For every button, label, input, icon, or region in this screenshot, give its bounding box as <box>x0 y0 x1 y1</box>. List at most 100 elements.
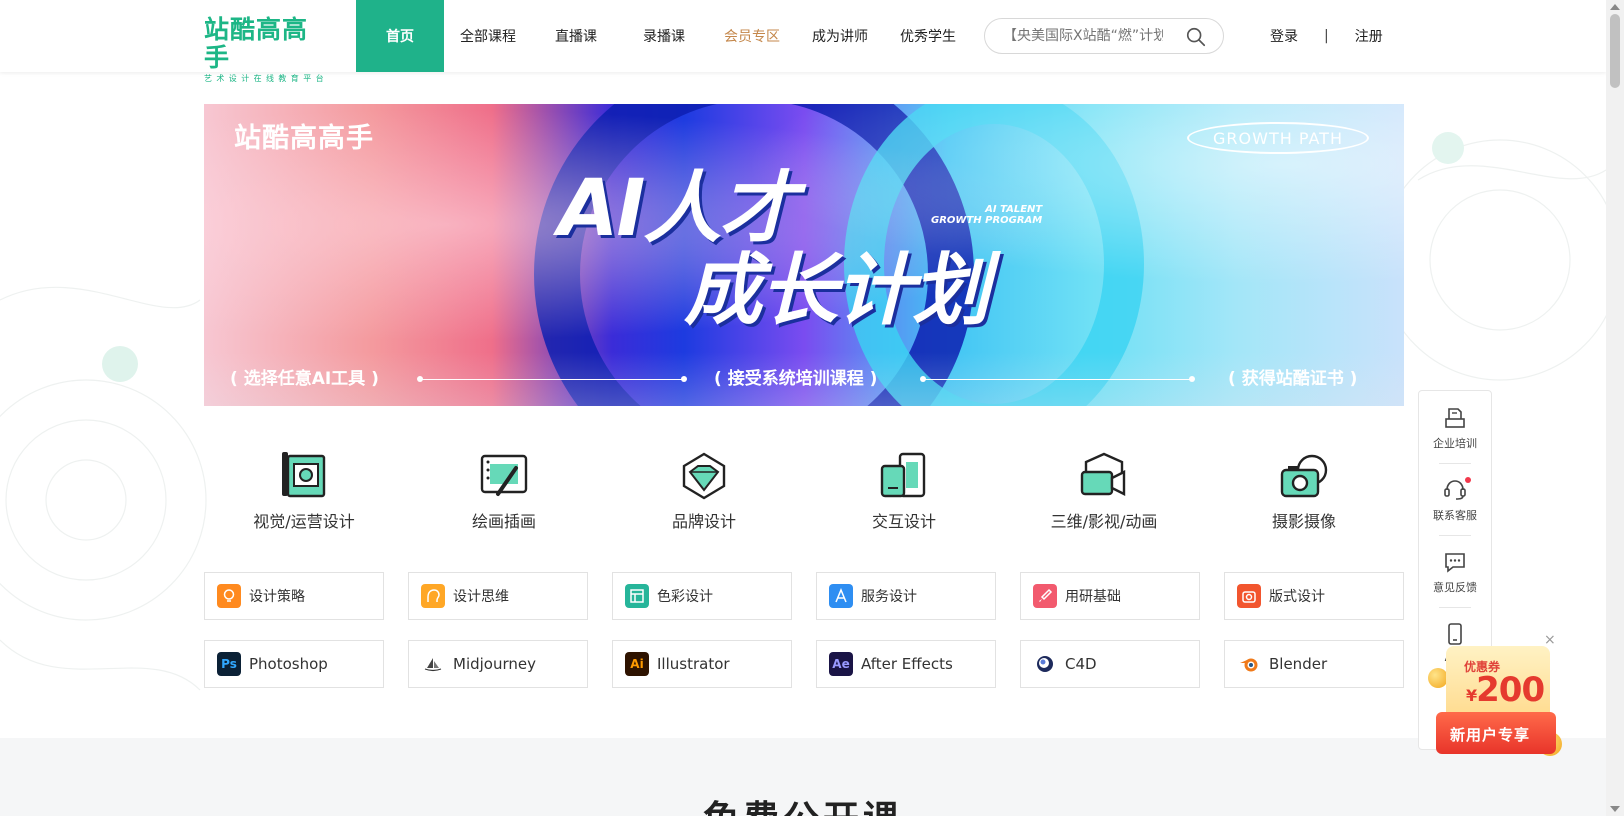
nav-item-become-teacher[interactable]: 成为讲师 <box>796 0 884 72</box>
top-header: 站酷高高手 艺术设计在线教育平台 首页 全部课程 直播课 录播课 会员专区 成为… <box>0 0 1606 84</box>
tag-label: 用研基础 <box>1065 589 1121 605</box>
step-dot <box>1189 376 1195 382</box>
coupon-currency: ¥ <box>1466 686 1477 705</box>
tag-service-design[interactable]: 服务设计 <box>816 572 996 620</box>
tag-design-thinking[interactable]: 设计思维 <box>408 572 588 620</box>
tag-color-design[interactable]: 色彩设计 <box>612 572 792 620</box>
tag-label: Midjourney <box>453 655 536 673</box>
illustration-icon <box>480 454 528 496</box>
interaction-devices-icon <box>880 452 926 498</box>
enterprise-training-icon <box>1445 408 1465 428</box>
photoshop-icon: Ps <box>217 652 241 676</box>
auth-links: 登录 | 注册 <box>1270 0 1383 72</box>
banner-tagline-line1: AI TALENT <box>985 204 1043 215</box>
nav-item-live[interactable]: 直播课 <box>532 0 620 72</box>
category-label: 品牌设计 <box>671 512 736 531</box>
tag-label: After Effects <box>861 655 953 673</box>
scroll-down-arrow-icon[interactable] <box>1610 806 1620 812</box>
nav-item-all-courses[interactable]: 全部课程 <box>444 0 532 72</box>
step-dot <box>681 376 687 382</box>
tag-illustrator[interactable]: Ai Illustrator <box>612 640 792 688</box>
banner-step-3: ( 获得站酷证书 ) <box>1228 369 1358 389</box>
customer-service-icon <box>1444 480 1466 500</box>
tag-design-strategy[interactable]: 设计策略 <box>204 572 384 620</box>
tag-label: 服务设计 <box>861 589 917 605</box>
coupon-close-icon[interactable]: × <box>1544 632 1556 648</box>
brush-icon <box>1033 584 1057 608</box>
banner-badge: GROWTH PATH <box>1187 122 1369 154</box>
tag-layout-design[interactable]: 版式设计 <box>1224 572 1404 620</box>
head-idea-icon <box>421 584 445 608</box>
step-connector <box>420 379 684 380</box>
tag-label: 设计思维 <box>453 589 509 605</box>
category-label: 三维/影视/动画 <box>1050 512 1158 531</box>
tag-label: Illustrator <box>657 655 730 673</box>
login-link[interactable]: 登录 <box>1270 26 1298 46</box>
3d-video-icon <box>1080 452 1126 496</box>
sidebar-label: 联系客服 <box>1433 509 1477 522</box>
banner-step-1: ( 选择任意AI工具 ) <box>230 369 379 389</box>
nav-item-vip[interactable]: 会员专区 <box>708 0 796 72</box>
search-input[interactable] <box>1003 28 1163 44</box>
tag-user-research[interactable]: 用研基础 <box>1020 572 1200 620</box>
tag-after-effects[interactable]: Ae After Effects <box>816 640 996 688</box>
category-label: 摄影摄像 <box>1271 512 1336 531</box>
search-icon[interactable] <box>1185 26 1207 48</box>
midjourney-icon <box>421 652 445 676</box>
banner-tagline: AI TALENT GROWTH PROGRAM <box>931 204 1042 226</box>
banner-steps: ( 选择任意AI工具 ) ( 接受系统培训课程 ) ( 获得站酷证书 ) <box>204 352 1404 406</box>
category-illustration[interactable]: 绘画插画 <box>404 448 604 532</box>
category-3d-video[interactable]: 三维/影视/动画 <box>1004 448 1204 532</box>
sidebar-item-customer-service[interactable]: 联系客服 <box>1419 463 1491 535</box>
auth-separator: | <box>1324 28 1329 44</box>
coin-decoration-icon <box>1428 668 1448 688</box>
nav-item-home[interactable]: 首页 <box>356 0 444 72</box>
nav-item-recorded[interactable]: 录播课 <box>620 0 708 72</box>
letter-a-icon <box>829 584 853 608</box>
nav-item-students[interactable]: 优秀学生 <box>884 0 972 72</box>
tag-label: 色彩设计 <box>657 589 713 605</box>
notification-dot <box>1465 477 1471 483</box>
step-connector <box>923 379 1191 380</box>
category-photography[interactable]: 摄影摄像 <box>1204 448 1404 532</box>
tag-label: Photoshop <box>249 655 328 673</box>
hero-banner[interactable]: 站酷高高手 GROWTH PATH AI人才 AI TALENT GROWTH … <box>204 104 1404 406</box>
blender-icon <box>1237 652 1261 676</box>
page-scrollbar[interactable] <box>1606 0 1624 816</box>
tag-c4d[interactable]: C4D <box>1020 640 1200 688</box>
register-link[interactable]: 注册 <box>1355 26 1383 46</box>
logo-title: 站酷高高手 <box>204 15 309 72</box>
lightbulb-icon <box>217 584 241 608</box>
coupon-footer: 新用户专享 <box>1450 726 1531 744</box>
category-row: 视觉/运营设计 绘画插画 品牌设计 交互设计 三维/影视/动画 摄影摄像 <box>204 448 1404 538</box>
tag-label: Blender <box>1269 655 1328 673</box>
tag-label: 版式设计 <box>1269 589 1325 605</box>
camera-frame-icon <box>1237 584 1261 608</box>
brand-diamond-icon <box>682 452 726 500</box>
sidebar-item-enterprise-training[interactable]: 企业培训 <box>1419 391 1491 463</box>
free-courses-title: 免费公开课 <box>0 790 1606 816</box>
new-user-coupon[interactable]: 优惠券 ¥200 新用户专享 <box>1428 640 1564 760</box>
scrollbar-thumb[interactable] <box>1610 14 1620 88</box>
scroll-up-arrow-icon[interactable] <box>1610 4 1620 10</box>
tag-blender[interactable]: Blender <box>1224 640 1404 688</box>
camera-icon <box>1280 454 1328 498</box>
category-brand-design[interactable]: 品牌设计 <box>604 448 804 532</box>
after-effects-icon: Ae <box>829 652 853 676</box>
category-visual-design[interactable]: 视觉/运营设计 <box>204 448 404 532</box>
illustrator-icon: Ai <box>625 652 649 676</box>
site-logo[interactable]: 站酷高高手 艺术设计在线教育平台 <box>204 16 324 84</box>
tag-photoshop[interactable]: Ps Photoshop <box>204 640 384 688</box>
coupon-value: 200 <box>1476 670 1545 710</box>
banner-logo: 站酷高高手 <box>234 123 374 154</box>
category-interaction[interactable]: 交互设计 <box>804 448 1004 532</box>
tag-label: 设计策略 <box>249 589 305 605</box>
sidebar-label: 企业培训 <box>1433 437 1477 450</box>
logo-subtitle: 艺术设计在线教育平台 <box>204 74 328 83</box>
banner-title-line2: 成长计划 <box>684 246 990 336</box>
feedback-icon <box>1445 553 1465 573</box>
tag-midjourney[interactable]: Midjourney <box>408 640 588 688</box>
sidebar-item-feedback[interactable]: 意见反馈 <box>1419 535 1491 607</box>
banner-tagline-line2: GROWTH PROGRAM <box>931 215 1043 226</box>
free-courses-section: 免费公开课 <box>0 738 1606 816</box>
